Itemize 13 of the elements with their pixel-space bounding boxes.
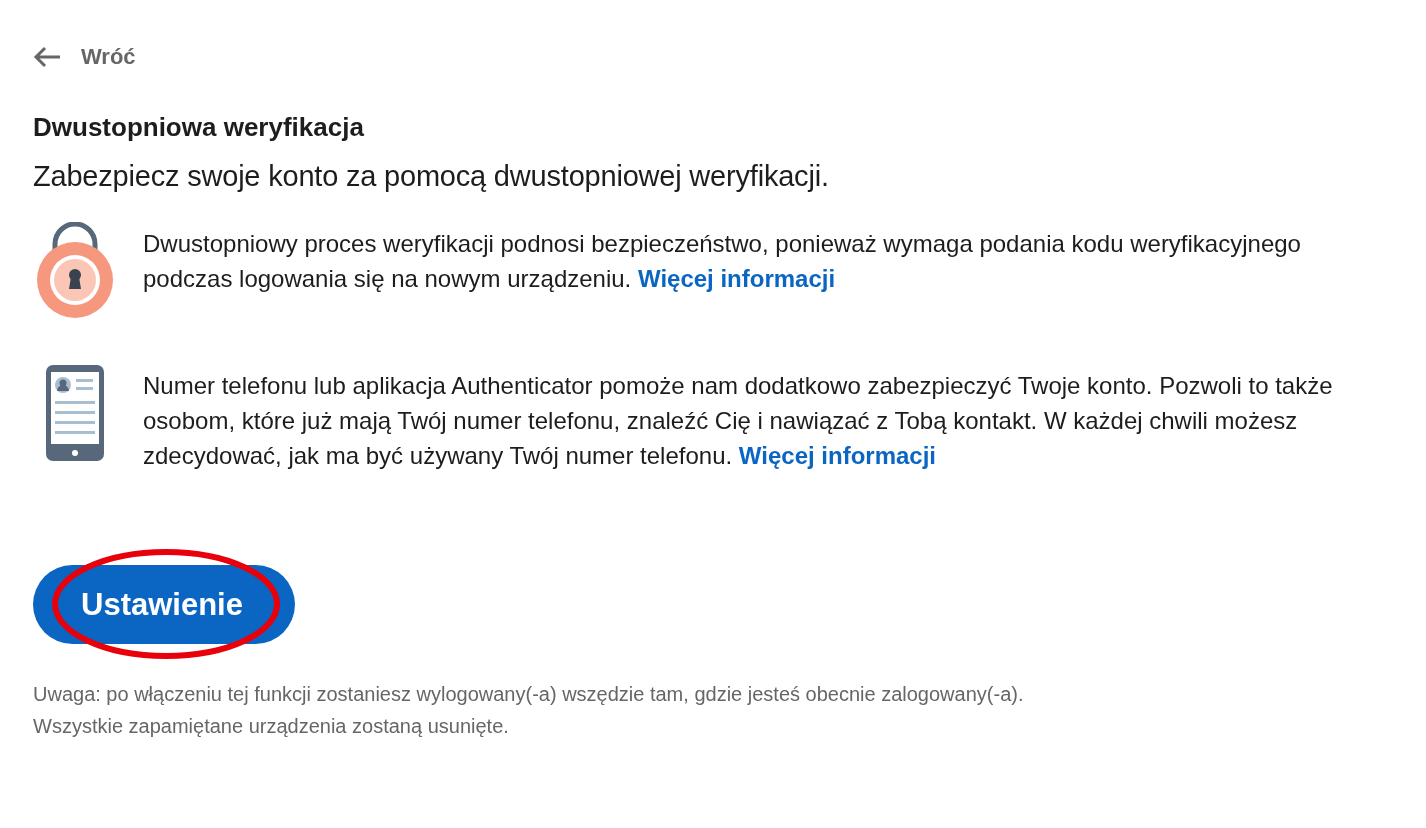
padlock-icon [35, 222, 115, 318]
back-link[interactable]: Wróć [33, 44, 136, 70]
info-paragraph: Numer telefonu lub aplikacja Authenticator pomoże nam dodatkowo zabezpieczyć Twoje konto. Pozwoli to także osobom, które już mają Twój numer telefonu, znaleźć Cię i nawiązać z Tobą kontakt. W każdej chwili możesz zdecydować, jak ma być używany Twój numer telefonu. Więcej informacji [143, 371, 1334, 471]
setup-button[interactable]: Ustawienie [33, 565, 295, 644]
warning-note: Wszystkie zapamiętane urządzenia zostaną usunięte. [33, 714, 510, 739]
more-info-link[interactable]: Więcej informacji [738, 442, 937, 469]
page-subtitle: Zabezpiecz swoje konto za pomocą dwustopniowej weryfikacji. [33, 159, 830, 194]
more-info-link[interactable]: Więcej informacji [637, 265, 836, 292]
back-arrow-icon [33, 46, 61, 68]
warning-note: Uwaga: po włączeniu tej funkcji zostaniesz wylogowany(-a) wszędzie tam, gdzie jesteś obecnie zalogowany(-a). [33, 682, 1025, 707]
page-title: Dwustopniowa weryfikacja [33, 111, 365, 144]
info-paragraph: Dwustopniowy proces weryfikacji podnosi bezpieczeństwo, ponieważ wymaga podania kodu weryfikacyjnego podczas logowania się na nowym urządzeniu. Więcej informacji [143, 229, 1302, 294]
phone-icon [45, 364, 105, 462]
